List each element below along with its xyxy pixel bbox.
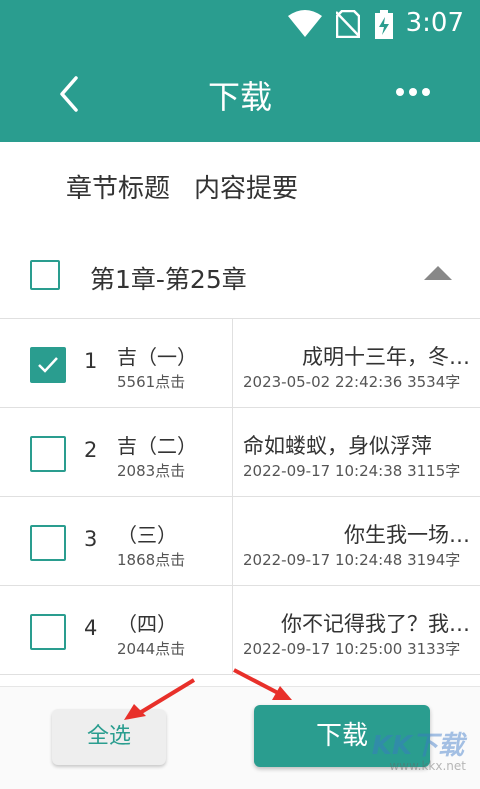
chapter-row[interactable]: 1 吉（一） 5561点击 成明十三年，冬… 2023-05-02 22:42:… [0,319,480,408]
column-divider [232,319,233,407]
status-bar: 3:07 [0,0,480,48]
column-divider [232,408,233,496]
annotation-arrow-icon [233,668,292,700]
no-sim-icon [336,10,360,38]
chapter-group-label: 第1章-第25章 [90,265,247,294]
chapter-group-header[interactable]: 第1章-第25章 [0,232,480,319]
chapter-row[interactable]: 2 吉（二） 2083点击 命如蝼蚁，身似浮萍 2022-09-17 10:24… [0,408,480,497]
chapter-row[interactable]: 3 （三） 1868点击 你生我一场… 2022-09-17 10:24:48 … [0,497,480,586]
chapter-title: （三） [117,523,177,547]
chapter-row[interactable]: 4 （四） 2044点击 你不记得我了？我… 2022-09-17 10:25:… [0,586,480,675]
chapter-clicks: 2083点击 [117,462,186,480]
watermark-logo: KK下载 [371,731,464,761]
chapter-checkbox[interactable] [30,525,66,561]
chapter-excerpt: 你不记得我了？我… [281,612,470,636]
chapter-number: 1 [84,349,98,373]
chapter-checkbox[interactable] [30,436,66,472]
chapter-meta: 2022-09-17 10:25:00 3133字 [243,640,461,658]
chapter-meta: 2023-05-02 22:42:36 3534字 [243,373,461,391]
chapter-title: （四） [117,612,177,636]
chapter-clicks: 1868点击 [117,551,186,569]
chapter-clicks: 2044点击 [117,640,186,658]
chapter-meta: 2022-09-17 10:24:38 3115字 [243,462,461,480]
chapter-title: 吉（二） [117,434,197,458]
chapter-checkbox[interactable] [30,614,66,650]
group-checkbox[interactable] [30,260,60,290]
chapter-title: 吉（一） [117,345,197,369]
checkmark-icon [38,357,58,373]
watermark-url: www.kkx.net [389,759,466,773]
chapter-checkbox[interactable] [30,347,66,383]
tab-content-summary[interactable]: 内容提要 [194,174,298,204]
column-divider [232,497,233,585]
watermark: KK下载 www.kkx.net [340,725,470,785]
chapter-excerpt: 成明十三年，冬… [302,345,470,369]
chapter-excerpt: 你生我一场… [344,523,470,547]
battery-charging-icon [375,10,393,39]
more-options-icon[interactable] [394,78,434,106]
collapse-caret-icon[interactable] [424,266,452,280]
wifi-icon [288,10,322,37]
status-time: 3:07 [405,8,464,38]
chapter-clicks: 5561点击 [117,373,186,391]
column-divider [232,586,233,674]
annotation-arrow-icon [124,678,196,720]
chapter-meta: 2022-09-17 10:24:48 3194字 [243,551,461,569]
tab-chapter-title[interactable]: 章节标题 [66,174,170,204]
app-bar: 下载 [0,48,480,142]
chapter-number: 3 [84,527,98,551]
chapter-number: 2 [84,438,98,462]
view-tabs: 章节标题 内容提要 [66,168,322,205]
chapter-number: 4 [84,616,98,640]
chapter-excerpt: 命如蝼蚁，身似浮萍 [243,434,432,458]
